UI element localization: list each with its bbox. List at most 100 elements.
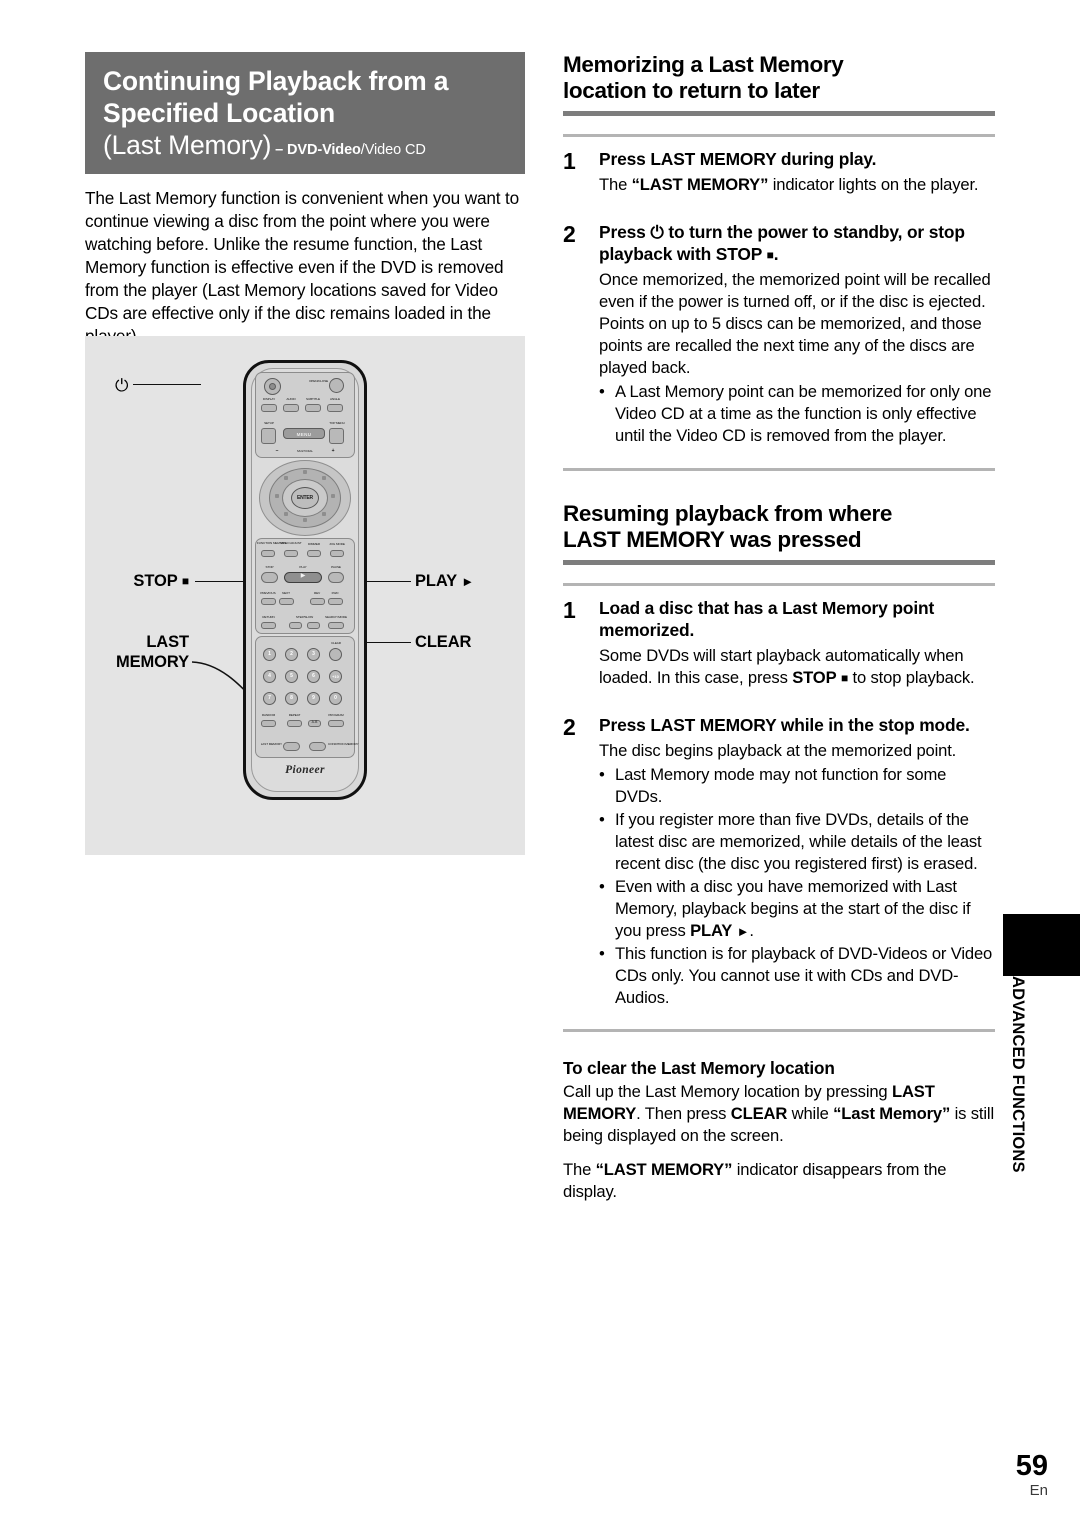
remote-repeat-button[interactable] bbox=[287, 720, 302, 727]
stop-square-icon: ■ bbox=[181, 574, 189, 588]
heading-rule bbox=[563, 559, 995, 565]
page-title-block: Continuing Playback from a Specified Loc… bbox=[85, 52, 525, 174]
bullet-marker: • bbox=[599, 809, 605, 829]
bullet-item: • A Last Memory point can be memorized f… bbox=[599, 381, 995, 447]
remote-audio-label: AUDIO bbox=[286, 397, 296, 401]
step-divider-rule bbox=[563, 582, 995, 586]
step-text: The “LAST MEMORY” indicator lights on th… bbox=[599, 175, 979, 195]
remote-step-slow-label: STEP/SLOW bbox=[295, 615, 314, 619]
remote-rev-button[interactable] bbox=[310, 598, 325, 605]
remote-function-memory-label: FUNCTION MEMORY bbox=[257, 541, 287, 545]
remote-open-close-button[interactable] bbox=[329, 378, 344, 393]
remote-power-button-core bbox=[269, 383, 276, 390]
step-item: 2 Press LAST MEMORY while in the stop mo… bbox=[563, 715, 995, 1010]
pioneer-brand-logo: Pioneer bbox=[285, 764, 325, 776]
remote-last-memory-button[interactable] bbox=[283, 742, 300, 751]
remote-next-button[interactable] bbox=[279, 598, 294, 605]
bullet-marker: • bbox=[599, 382, 605, 402]
remote-num-3-label: 3 bbox=[312, 651, 315, 657]
remote-dimmer-button[interactable] bbox=[307, 550, 321, 557]
remote-program-label: PROGRAM bbox=[328, 713, 344, 717]
remote-num-0-label: 0 bbox=[334, 695, 337, 701]
callout-play: PLAY ► bbox=[415, 572, 475, 590]
chapter-tab-marker bbox=[1003, 914, 1080, 976]
dial-tick bbox=[331, 494, 335, 498]
remote-num-5-label: 5 bbox=[290, 673, 293, 679]
stop-square-icon: ■ bbox=[766, 248, 774, 263]
callout-last-memory: LAST MEMORY bbox=[115, 633, 189, 671]
remote-angle-button[interactable] bbox=[327, 404, 343, 412]
remote-multi-plus-label: + bbox=[331, 448, 335, 454]
remote-enter-button[interactable]: ENTER bbox=[291, 487, 319, 509]
remote-step-fwd-button[interactable] bbox=[307, 622, 320, 629]
section-clear-paragraph-2: The “LAST MEMORY” indicator disappears f… bbox=[563, 1159, 947, 1201]
remote-menu-button[interactable]: MENU bbox=[283, 428, 325, 439]
remote-subtitle-label: SUBTITLE bbox=[306, 397, 320, 401]
dial-tick bbox=[284, 512, 288, 516]
remote-display-button[interactable] bbox=[261, 404, 277, 412]
remote-video-adjust-button[interactable] bbox=[284, 550, 298, 557]
remote-control-figure: ⏻ STOP ■ PLAY ► LAST MEMORY CLEAR OPEN/CL… bbox=[85, 336, 525, 855]
remote-jog-mode-button[interactable] bbox=[330, 550, 344, 557]
power-icon: ⏻ bbox=[115, 376, 129, 395]
step-text: Some DVDs will start playback automatica… bbox=[599, 645, 975, 687]
remote-repeat-label: REPEAT bbox=[288, 713, 301, 717]
remote-open-close-label: OPEN/CLOSE bbox=[309, 379, 329, 383]
step-number: 1 bbox=[563, 148, 576, 175]
step-content: Press LAST MEMORY during play. The “LAST… bbox=[599, 149, 995, 196]
remote-num-7-label: 7 bbox=[268, 695, 271, 701]
remote-top-menu-button[interactable] bbox=[329, 428, 344, 444]
remote-return-button[interactable] bbox=[261, 622, 276, 629]
bullet-list: • A Last Memory point can be memorized f… bbox=[599, 381, 995, 447]
remote-num-1-label: 1 bbox=[268, 651, 271, 657]
remote-num-2-label: 2 bbox=[290, 651, 293, 657]
bullet-list: • Last Memory mode may not function for … bbox=[599, 764, 995, 1010]
remote-program-button[interactable] bbox=[328, 720, 344, 727]
remote-stop-button[interactable] bbox=[261, 572, 278, 583]
chapter-tab-label: ADVANCED FUNCTIONS bbox=[1009, 976, 1027, 1173]
dial-tick bbox=[322, 512, 326, 516]
remote-previous-button[interactable] bbox=[261, 598, 276, 605]
remote-num-8-label: 8 bbox=[290, 695, 293, 701]
dial-tick bbox=[284, 476, 288, 480]
remote-condition-memory-button[interactable] bbox=[309, 742, 326, 751]
remote-function-memory-button[interactable] bbox=[261, 550, 275, 557]
remote-condition-memory-label: CONDITION MEMORY bbox=[328, 742, 359, 746]
remote-video-adjust-label: VIDEO ADJUST bbox=[280, 541, 302, 545]
page-title-line1: Continuing Playback from a bbox=[103, 66, 449, 96]
remote-setup-button[interactable] bbox=[261, 428, 276, 444]
remote-search-mode-label: SEARCH MODE bbox=[325, 615, 347, 619]
step-number: 1 bbox=[563, 596, 576, 623]
bullet-marker: • bbox=[599, 944, 605, 964]
remote-clear-button[interactable] bbox=[329, 648, 342, 661]
remote-pause-button[interactable] bbox=[328, 572, 344, 583]
section-clear-last-memory: To clear the Last Memory location Call u… bbox=[563, 1058, 995, 1202]
play-triangle-icon: ► bbox=[461, 574, 475, 589]
step-title: Press LAST MEMORY while in the stop mode… bbox=[599, 714, 970, 735]
remote-subtitle-button[interactable] bbox=[305, 404, 321, 412]
remote-random-button[interactable] bbox=[261, 720, 276, 727]
remote-num-9-label: 9 bbox=[312, 695, 315, 701]
step-title: Press LAST MEMORY during play. bbox=[599, 149, 877, 170]
remote-fwd-button[interactable] bbox=[328, 598, 343, 605]
remote-stop-label: STOP bbox=[265, 565, 274, 569]
section-end-rule bbox=[563, 467, 995, 471]
remote-next-label: NEXT bbox=[282, 591, 290, 595]
remote-search-mode-button[interactable] bbox=[328, 622, 344, 629]
step-text: The disc begins playback at the memorize… bbox=[599, 740, 957, 760]
remote-setup-label: SETUP bbox=[264, 421, 274, 425]
section-clear-paragraph-1: Call up the Last Memory location by pres… bbox=[563, 1082, 994, 1146]
right-column: Memorizing a Last Memory location to ret… bbox=[563, 52, 995, 1203]
remote-angle-label: ANGLE bbox=[330, 397, 340, 401]
remote-audio-button[interactable] bbox=[283, 404, 299, 412]
heading-rule bbox=[563, 111, 995, 117]
remote-return-label: RETURN bbox=[262, 615, 275, 619]
remote-step-back-button[interactable] bbox=[289, 622, 302, 629]
dial-tick bbox=[275, 494, 279, 498]
dial-tick bbox=[303, 518, 307, 522]
remote-rev-label: REV bbox=[313, 591, 321, 595]
bullet-text: Last Memory mode may not function for so… bbox=[615, 764, 947, 806]
step-content: Press LAST MEMORY while in the stop mode… bbox=[599, 715, 995, 1010]
step-title: Press ⏻ to turn the power to standby, or… bbox=[599, 222, 965, 265]
remote-num-plus10-label: +10 bbox=[332, 674, 339, 679]
